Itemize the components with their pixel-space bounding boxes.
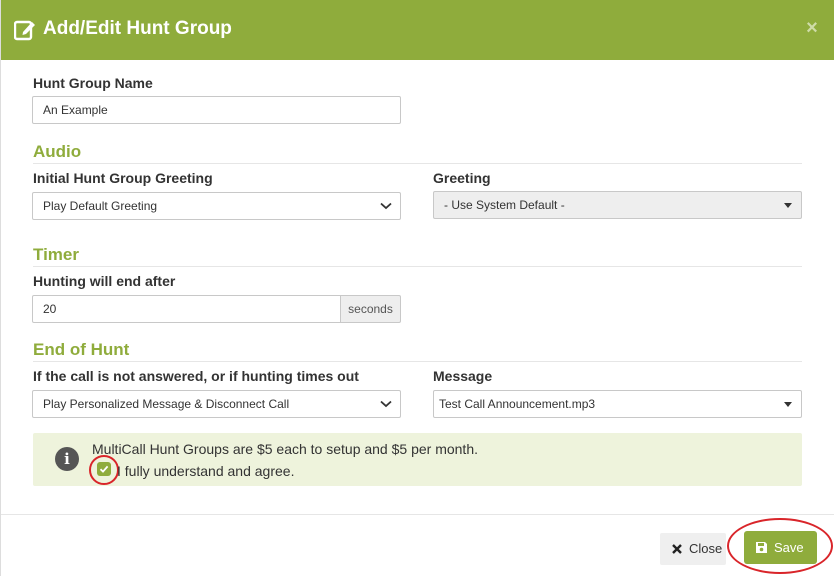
audio-section-title: Audio [33,142,82,161]
end-of-hunt-section-divider [33,361,802,362]
end-of-hunt-section-title: End of Hunt [33,340,130,359]
message-value: Test Call Announcement.mp3 [439,397,596,411]
edit-icon [14,20,35,41]
caret-down-icon [784,203,792,208]
close-button-label: Close [689,541,723,556]
hunt-group-name-input[interactable]: An Example [32,96,401,124]
hunting-end-label: Hunting will end after [33,273,176,289]
timer-section-divider [33,266,802,267]
seconds-unit-addon: seconds [341,295,401,323]
message-select[interactable]: Test Call Announcement.mp3 [433,390,802,418]
message-label: Message [433,368,493,384]
greeting-label: Greeting [433,170,491,186]
dialog-title: Add/Edit Hunt Group [43,18,232,39]
greeting-value: - Use System Default - [444,198,565,212]
close-button[interactable]: Close [660,533,726,565]
end-action-label: If the call is not answered, or if hunti… [33,368,359,384]
annotation-circle-checkbox [89,455,119,485]
hunting-timeout-input[interactable]: 20 [32,295,341,323]
chevron-down-icon [380,202,392,210]
greeting-select[interactable]: - Use System Default - [433,191,802,219]
info-icon: i [55,447,79,471]
end-action-select[interactable]: Play Personalized Message & Disconnect C… [32,390,401,418]
dialog-header: Add/Edit Hunt Group × [1,0,834,60]
pricing-notice-text: MultiCall Hunt Groups are $5 each to set… [92,441,478,457]
hunt-group-dialog: Add/Edit Hunt Group × Hunt Group Name An… [0,0,834,576]
end-action-value: Play Personalized Message & Disconnect C… [43,397,290,411]
hunt-group-name-label: Hunt Group Name [33,75,153,91]
chevron-down-icon [380,400,392,408]
initial-greeting-select[interactable]: Play Default Greeting [32,192,401,220]
agree-label[interactable]: I fully understand and agree. [117,462,294,480]
close-icon[interactable]: × [801,14,823,42]
annotation-circle-save [727,518,833,574]
initial-greeting-label: Initial Hunt Group Greeting [33,170,213,186]
timer-section-title: Timer [33,245,79,264]
initial-greeting-value: Play Default Greeting [43,199,158,213]
close-icon [672,544,682,554]
caret-down-icon [784,402,792,407]
pricing-notice: i MultiCall Hunt Groups are $5 each to s… [33,433,802,486]
audio-section-divider [33,163,802,164]
footer-divider [1,514,834,515]
